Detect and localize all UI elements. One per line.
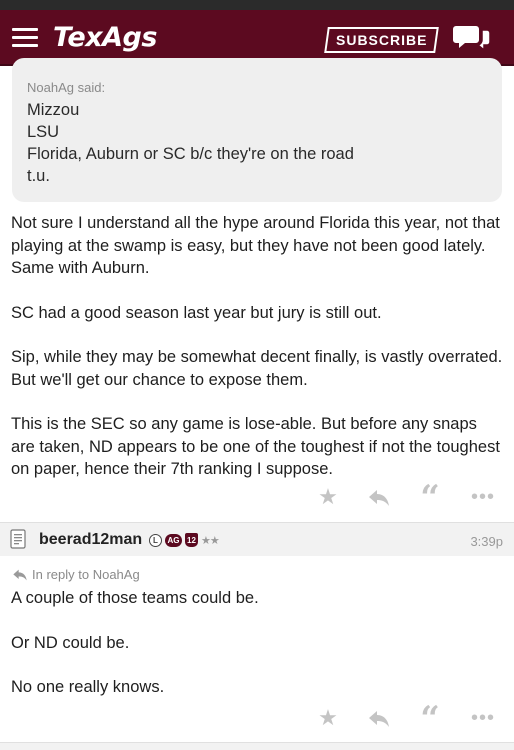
post-timestamp: 3:39p — [470, 534, 503, 549]
quote-line: LSU — [27, 123, 60, 141]
lifetime-badge: L — [149, 533, 162, 547]
quote-attribution: NoahAg said: — [27, 80, 106, 95]
post-paragraph: Sip, while they may be somewhat decent f… — [11, 348, 503, 389]
menu-icon[interactable] — [12, 28, 38, 48]
more-icon[interactable]: ••• — [470, 706, 496, 730]
post-actions: ★ “ ••• — [0, 699, 514, 739]
post-paragraph: A couple of those teams could be. — [11, 589, 259, 607]
reply-arrow-icon — [13, 569, 27, 580]
username-link[interactable]: beerad12man — [39, 531, 142, 549]
quote-icon[interactable]: “ — [417, 478, 443, 518]
quoted-post: NoahAg said: Mizzou LSU Florida, Auburn … — [12, 58, 502, 202]
reply-icon[interactable] — [367, 706, 391, 730]
quote-line: Florida, Auburn or SC b/c they're on the… — [27, 145, 354, 163]
subscribe-label: SUBSCRIBE — [335, 32, 428, 48]
post-paragraph: This is the SEC so any game is lose-able… — [11, 415, 500, 478]
more-icon[interactable]: ••• — [470, 485, 496, 509]
reply-to-label: In reply to NoahAg — [32, 567, 140, 582]
quote-line: t.u. — [27, 167, 50, 185]
quote-line: Mizzou — [27, 101, 80, 119]
subscribe-button[interactable]: SUBSCRIBE — [324, 27, 439, 53]
reply-icon[interactable] — [367, 485, 391, 509]
document-icon — [10, 529, 26, 549]
user-badges: L AG 12 ★★ — [149, 533, 220, 547]
post-paragraph: No one really knows. — [11, 678, 165, 696]
post-body: Not sure I understand all the hype aroun… — [11, 212, 505, 503]
post-actions: ★ “ ••• — [0, 478, 514, 518]
rating-stars: ★★ — [201, 534, 220, 547]
post-header: beerad12man L AG 12 ★★ 3:39p — [0, 522, 514, 556]
star-icon[interactable]: ★ — [316, 705, 340, 730]
ag-badge: AG — [165, 533, 182, 547]
next-post-header — [0, 742, 514, 750]
status-bar — [0, 0, 514, 10]
post-paragraph: Not sure I understand all the hype aroun… — [11, 214, 500, 277]
chat-icon[interactable] — [453, 24, 491, 58]
site-logo[interactable]: TexAgs — [53, 22, 157, 53]
reply-to-link[interactable]: In reply to NoahAg — [12, 567, 140, 582]
quote-icon[interactable]: “ — [417, 699, 443, 739]
post-paragraph: SC had a good season last year but jury … — [11, 303, 382, 322]
twelfth-man-badge: 12 — [185, 533, 198, 547]
post-paragraph: Or ND could be. — [11, 633, 130, 652]
star-icon[interactable]: ★ — [316, 484, 340, 509]
